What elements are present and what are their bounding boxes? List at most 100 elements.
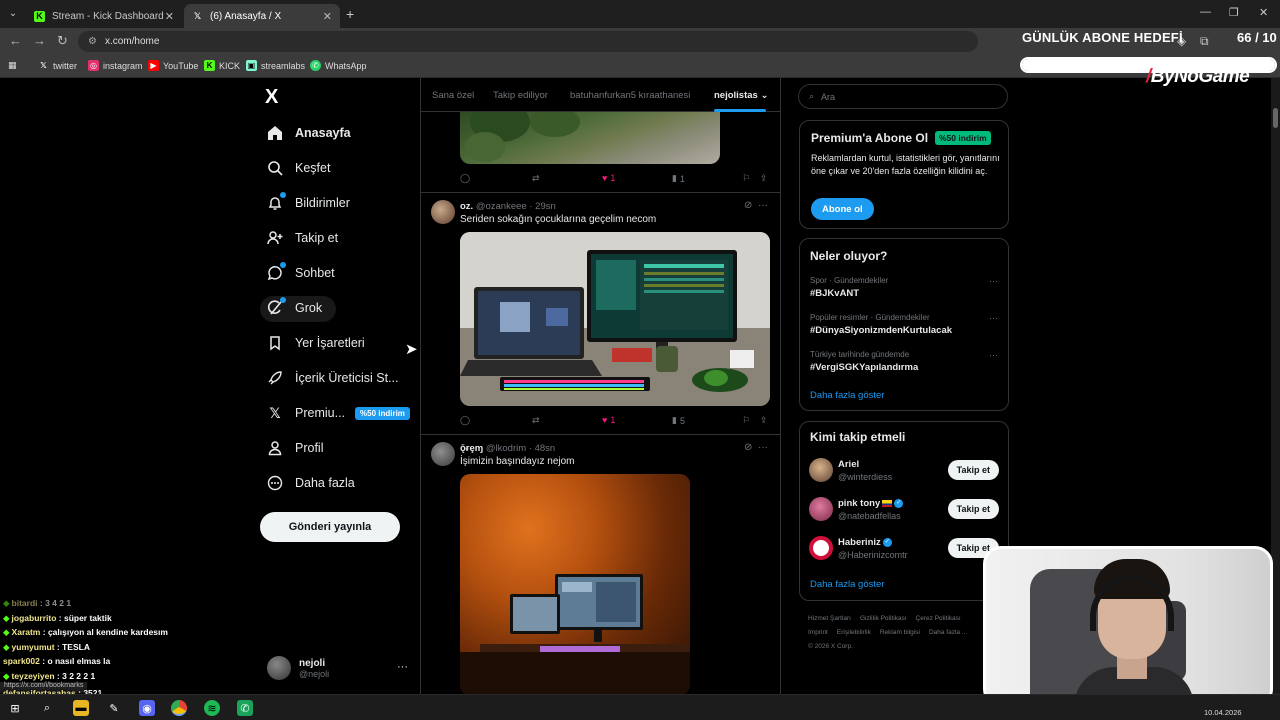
footer-link[interactable]: Reklam bilgisi	[880, 629, 920, 636]
site-info-icon[interactable]: ⚙	[88, 36, 97, 47]
footer-link[interactable]: Daha fazla ...	[929, 629, 967, 636]
forward-icon[interactable]: →	[33, 33, 46, 48]
window-close-icon[interactable]: ✕	[1259, 6, 1268, 19]
tweet-author-name[interactable]: oz.	[460, 201, 473, 212]
more-icon[interactable]: ···	[989, 313, 998, 323]
follow-suggestion[interactable]: Ariel @winterdiess Takip et	[809, 455, 1001, 485]
restore-icon[interactable]: ❐	[1229, 6, 1239, 19]
follow-suggestion[interactable]: pink tony ✓ @natebadfellas Takip et	[809, 494, 1001, 524]
address-bar[interactable]: ⚙ x.com/home	[78, 31, 978, 52]
discord-icon[interactable]: ◉	[139, 700, 155, 716]
follow-suggestion[interactable]: Haberiniz ✓ @Haberinizcomtr Takip et	[809, 533, 1001, 563]
bookmark-kick[interactable]: K KICK	[204, 60, 240, 71]
footer-link[interactable]: Gizlilik Politikası	[860, 615, 907, 622]
sidebar-item-creator-studio[interactable]: İçerik Üreticisi St...	[266, 365, 399, 391]
share-button[interactable]: ⇪	[760, 173, 771, 184]
subscribe-button[interactable]: Abone ol	[811, 198, 874, 220]
tweet-author-name[interactable]: ǭɍȩɱ	[460, 443, 483, 454]
avatar[interactable]	[431, 200, 455, 224]
more-icon[interactable]: ···	[397, 661, 408, 673]
sidebar-item-home[interactable]: Anasayfa	[266, 120, 351, 146]
bookmark-button[interactable]: ⚐	[742, 173, 753, 184]
trend-item[interactable]: Popüler resimler · Gündemdekiler #DünyaS…	[810, 313, 1000, 336]
sidebar-item-follow[interactable]: Takip et	[266, 225, 338, 251]
back-icon[interactable]: ←	[9, 33, 22, 48]
tweet-time[interactable]: 29sn	[535, 201, 556, 212]
tab-following[interactable]: Takip ediliyor	[493, 90, 548, 101]
more-icon[interactable]: ···	[758, 200, 768, 211]
sidebar-item-bookmarks[interactable]: Yer İşaretleri	[266, 330, 365, 356]
more-icon[interactable]: ···	[758, 442, 768, 453]
search-icon[interactable]: ⌕	[39, 700, 55, 716]
windows-start-icon[interactable]: ⊞	[7, 700, 23, 716]
footer-link[interactable]: Çerez Politikası	[916, 615, 961, 622]
tweet-author-handle[interactable]: @lkodrim	[486, 443, 526, 454]
file-explorer-icon[interactable]: ▬	[73, 700, 89, 716]
extensions-puzzle-icon[interactable]: ⧉	[1200, 34, 1209, 49]
avatar[interactable]	[431, 442, 455, 466]
follow-button[interactable]: Takip et	[947, 460, 999, 480]
search-input[interactable]: ⌕ Ara	[798, 84, 1008, 109]
repost-button[interactable]: ⇄	[532, 415, 543, 426]
grok-icon[interactable]: ⊘	[744, 200, 752, 211]
bookmark-twitter[interactable]: 𝕏twitter	[38, 60, 77, 71]
repost-button[interactable]: ⇄	[532, 173, 543, 184]
trend-item[interactable]: Türkiye tarihinde gündemde #VergiSGKYapı…	[810, 350, 1000, 373]
bookmark-whatsapp[interactable]: ✆ WhatsApp	[310, 60, 367, 71]
follow-button[interactable]: Takip et	[947, 499, 999, 519]
share-button[interactable]: ⇪	[760, 415, 771, 426]
tab-list-kiraathane[interactable]: batuhanfurkan5 kıraathanesi	[570, 90, 690, 101]
like-button[interactable]: ♥ 1	[602, 173, 615, 183]
bookmark-instagram[interactable]: ◎ instagram	[88, 60, 143, 71]
views-button[interactable]: ▮ 5	[672, 415, 685, 426]
app-icon[interactable]: ✎	[106, 700, 122, 716]
spotify-icon[interactable]: ≋	[204, 700, 220, 716]
tweet-image[interactable]	[460, 232, 770, 406]
sidebar-item-notifications[interactable]: Bildirimler	[266, 190, 350, 216]
bookmark-youtube[interactable]: ▶ YouTube	[148, 60, 198, 71]
sidebar-item-grok[interactable]: Grok	[266, 295, 322, 321]
footer-link[interactable]: Imprint	[808, 629, 828, 636]
tab-x-home[interactable]: 𝕏 (6) Anasayfa / X ✕	[184, 4, 340, 28]
close-icon[interactable]: ✕	[323, 10, 332, 23]
reload-icon[interactable]: ↻	[57, 33, 68, 49]
sidebar-item-label: Grok	[295, 301, 323, 315]
apps-grid-icon[interactable]: ▦	[8, 60, 17, 71]
tweet-image[interactable]	[460, 474, 690, 695]
bookmark-streamlabs[interactable]: ▣ streamlabs	[246, 60, 305, 71]
reply-button[interactable]: ◯	[460, 415, 473, 426]
show-more-link[interactable]: Daha fazla göster	[810, 390, 884, 401]
more-icon[interactable]: ···	[989, 276, 998, 286]
bookmark-button[interactable]: ⚐	[742, 415, 753, 426]
sidebar-item-profile[interactable]: Profil	[266, 435, 323, 461]
whatsapp-icon[interactable]: ✆	[237, 700, 253, 716]
sidebar-item-premium[interactable]: 𝕏 Premiu... %50 indirim	[266, 400, 410, 426]
more-icon[interactable]: ···	[989, 350, 998, 360]
sidebar-item-more[interactable]: Daha fazla	[266, 470, 355, 496]
grok-icon[interactable]: ⊘	[744, 442, 752, 453]
minimize-icon[interactable]: —	[1200, 6, 1211, 18]
show-more-link[interactable]: Daha fazla göster	[810, 579, 884, 590]
trend-item[interactable]: Spor · Gündemdekiler #BJKvANT ···	[810, 276, 1000, 299]
tab-list-nejolistas[interactable]: nejolistas ⌄	[714, 90, 768, 101]
x-logo-icon[interactable]: X	[265, 86, 278, 109]
reply-button[interactable]: ◯	[460, 173, 473, 184]
sidebar-item-explore[interactable]: Keşfet	[266, 155, 330, 181]
tweet-time[interactable]: 48sn	[535, 443, 556, 454]
sidebar-item-chat[interactable]: Sohbet	[266, 260, 335, 286]
tweet-author-handle[interactable]: @ozankeee	[476, 201, 527, 212]
scroll-thumb[interactable]	[1273, 108, 1278, 128]
new-tab-button[interactable]: +	[346, 6, 354, 22]
tab-for-you[interactable]: Sana özel	[432, 90, 474, 101]
tab-search-icon[interactable]: ⌄	[4, 5, 22, 23]
post-button[interactable]: Gönderi yayınla	[260, 512, 400, 542]
account-switcher[interactable]: nejoli @nejoli ···	[267, 653, 412, 683]
close-icon[interactable]: ✕	[165, 10, 174, 23]
footer-link[interactable]: Erişilebilirlik	[837, 629, 871, 636]
footer-link[interactable]: Hizmet Şartları	[808, 615, 851, 622]
tab-kick-dashboard[interactable]: K Stream - Kick Dashboard ✕	[26, 4, 182, 28]
chrome-icon[interactable]	[171, 700, 187, 716]
views-button[interactable]: ▮ 1	[672, 173, 685, 184]
tweet-image[interactable]	[460, 112, 720, 164]
like-button[interactable]: ♥ 1	[602, 415, 615, 425]
